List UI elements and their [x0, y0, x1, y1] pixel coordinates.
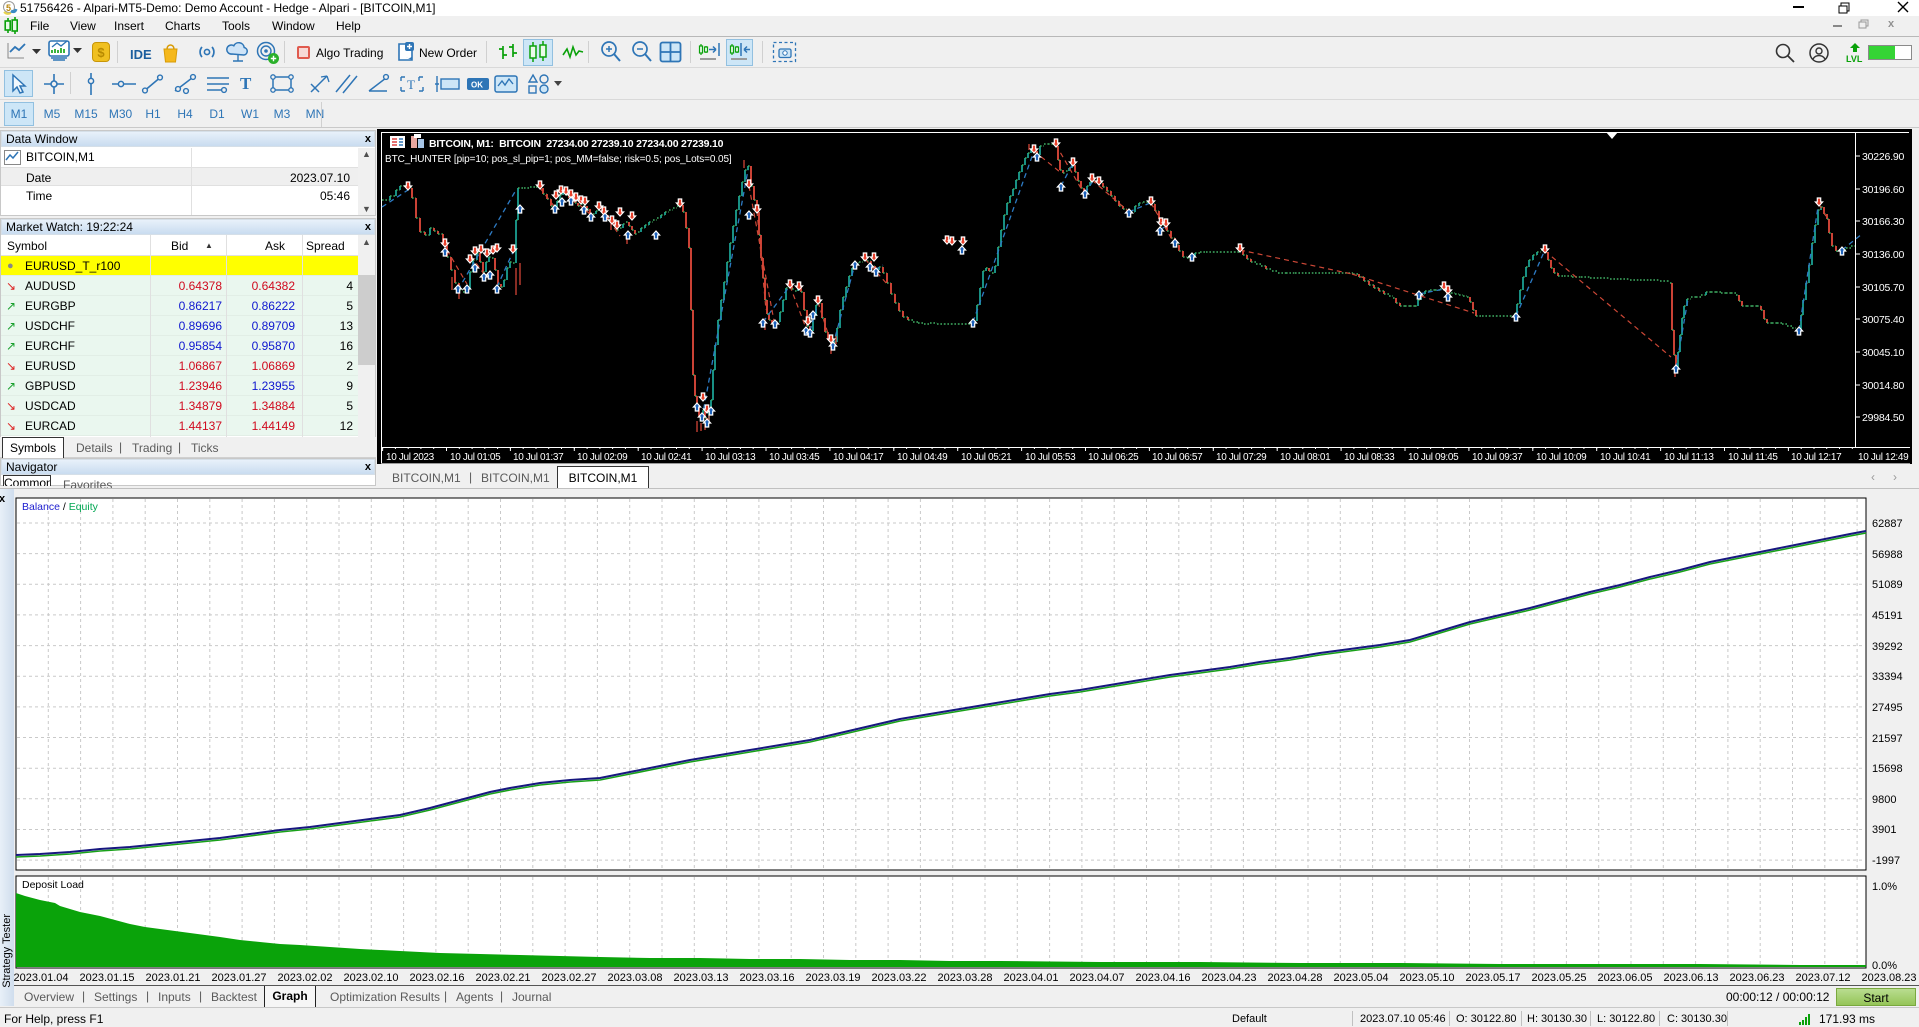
svg-text:30045.10: 30045.10 [1862, 347, 1905, 359]
svg-text:10 Jul 12:49: 10 Jul 12:49 [1858, 452, 1909, 463]
svg-text:10 Jul 07:29: 10 Jul 07:29 [1216, 452, 1267, 463]
svg-text:2023.07.12: 2023.07.12 [1795, 972, 1850, 984]
svg-text:30136.00: 30136.00 [1862, 249, 1905, 261]
svg-text:30105.70: 30105.70 [1862, 282, 1905, 294]
svg-text:2023.03.19: 2023.03.19 [805, 972, 860, 984]
svg-text:33394: 33394 [1872, 671, 1903, 683]
svg-text:10 Jul 01:37: 10 Jul 01:37 [513, 452, 564, 463]
svg-text:2023.03.28: 2023.03.28 [937, 972, 992, 984]
svg-text:27495: 27495 [1872, 702, 1903, 714]
svg-text:2023.06.13: 2023.06.13 [1663, 972, 1718, 984]
svg-text:2023.02.02: 2023.02.02 [277, 972, 332, 984]
svg-text:BTC_HUNTER [pip=10; pos_sl_pip: BTC_HUNTER [pip=10; pos_sl_pip=1; pos_MM… [385, 154, 732, 165]
svg-text:2023.04.23: 2023.04.23 [1201, 972, 1256, 984]
svg-text:39292: 39292 [1872, 641, 1903, 653]
svg-text:2023.03.08: 2023.03.08 [607, 972, 662, 984]
svg-text:10 Jul 02:41: 10 Jul 02:41 [641, 452, 692, 463]
svg-text:10 Jul 09:37: 10 Jul 09:37 [1472, 452, 1523, 463]
svg-text:10 Jul 02:09: 10 Jul 02:09 [577, 452, 628, 463]
svg-text:10 Jul 08:33: 10 Jul 08:33 [1344, 452, 1395, 463]
svg-text:1.0%: 1.0% [1872, 881, 1897, 893]
svg-text:9800: 9800 [1872, 794, 1896, 806]
svg-text:2023.02.27: 2023.02.27 [541, 972, 596, 984]
svg-text:2023.03.13: 2023.03.13 [673, 972, 728, 984]
svg-text:2023.04.07: 2023.04.07 [1069, 972, 1124, 984]
svg-text:2023.05.04: 2023.05.04 [1333, 972, 1388, 984]
svg-text:10 Jul 10:09: 10 Jul 10:09 [1536, 452, 1587, 463]
svg-text:2023.06.05: 2023.06.05 [1597, 972, 1652, 984]
svg-text:10 Jul 2023: 10 Jul 2023 [386, 452, 435, 463]
svg-text:BITCOIN, M1: BITCOIN 27234.0: BITCOIN, M1: BITCOIN 27234.00 27239.10 2… [429, 138, 724, 150]
svg-text:2023.04.28: 2023.04.28 [1267, 972, 1322, 984]
svg-text:-1997: -1997 [1872, 855, 1900, 867]
svg-text:10 Jul 08:01: 10 Jul 08:01 [1280, 452, 1331, 463]
svg-text:10 Jul 03:13: 10 Jul 03:13 [705, 452, 756, 463]
svg-text:10 Jul 11:13: 10 Jul 11:13 [1664, 452, 1714, 463]
svg-text:45191: 45191 [1872, 610, 1903, 622]
svg-text:56988: 56988 [1872, 549, 1903, 561]
svg-text:10 Jul 04:49: 10 Jul 04:49 [897, 452, 948, 463]
svg-text:2023.05.17: 2023.05.17 [1465, 972, 1520, 984]
svg-text:10 Jul 06:25: 10 Jul 06:25 [1088, 452, 1139, 463]
svg-text:15698: 15698 [1872, 763, 1903, 775]
svg-text:2023.01.21: 2023.01.21 [145, 972, 200, 984]
svg-text:30014.80: 30014.80 [1862, 380, 1905, 392]
svg-text:10 Jul 06:57: 10 Jul 06:57 [1152, 452, 1203, 463]
svg-text:2023.01.15: 2023.01.15 [79, 972, 134, 984]
svg-text:51089: 51089 [1872, 579, 1903, 591]
svg-text:2023.04.16: 2023.04.16 [1135, 972, 1190, 984]
svg-text:30226.90: 30226.90 [1862, 151, 1905, 163]
svg-text:3901: 3901 [1872, 824, 1896, 836]
svg-text:30196.60: 30196.60 [1862, 184, 1905, 196]
svg-text:30075.40: 30075.40 [1862, 314, 1905, 326]
svg-text:10 Jul 12:17: 10 Jul 12:17 [1791, 452, 1842, 463]
svg-text:29984.50: 29984.50 [1862, 412, 1905, 424]
svg-text:2023.05.25: 2023.05.25 [1531, 972, 1586, 984]
svg-text:21597: 21597 [1872, 733, 1903, 745]
svg-text:0.0%: 0.0% [1872, 960, 1897, 972]
svg-text:2023.06.23: 2023.06.23 [1729, 972, 1784, 984]
svg-text:10 Jul 05:53: 10 Jul 05:53 [1025, 452, 1076, 463]
svg-text:62887: 62887 [1872, 518, 1903, 530]
svg-text:2023.01.04: 2023.01.04 [13, 972, 68, 984]
svg-text:10 Jul 09:05: 10 Jul 09:05 [1408, 452, 1459, 463]
svg-text:10 Jul 01:05: 10 Jul 01:05 [450, 452, 501, 463]
svg-text:10 Jul 11:45: 10 Jul 11:45 [1728, 452, 1778, 463]
svg-text:2023.04.01: 2023.04.01 [1003, 972, 1058, 984]
svg-text:Balance / Equity: Balance / Equity [22, 501, 99, 513]
svg-text:2023.05.10: 2023.05.10 [1399, 972, 1454, 984]
svg-text:2023.03.22: 2023.03.22 [871, 972, 926, 984]
svg-text:10 Jul 03:45: 10 Jul 03:45 [769, 452, 820, 463]
svg-text:10 Jul 10:41: 10 Jul 10:41 [1600, 452, 1651, 463]
svg-text:2023.08.23: 2023.08.23 [1861, 972, 1916, 984]
svg-text:30166.30: 30166.30 [1862, 216, 1905, 228]
svg-text:2023.02.10: 2023.02.10 [343, 972, 398, 984]
svg-text:2023.02.21: 2023.02.21 [475, 972, 530, 984]
svg-text:Deposit Load: Deposit Load [22, 879, 84, 891]
svg-text:2023.03.16: 2023.03.16 [739, 972, 794, 984]
svg-text:10 Jul 04:17: 10 Jul 04:17 [833, 452, 884, 463]
svg-text:2023.01.27: 2023.01.27 [211, 972, 266, 984]
svg-text:2023.02.16: 2023.02.16 [409, 972, 464, 984]
svg-text:10 Jul 05:21: 10 Jul 05:21 [961, 452, 1012, 463]
